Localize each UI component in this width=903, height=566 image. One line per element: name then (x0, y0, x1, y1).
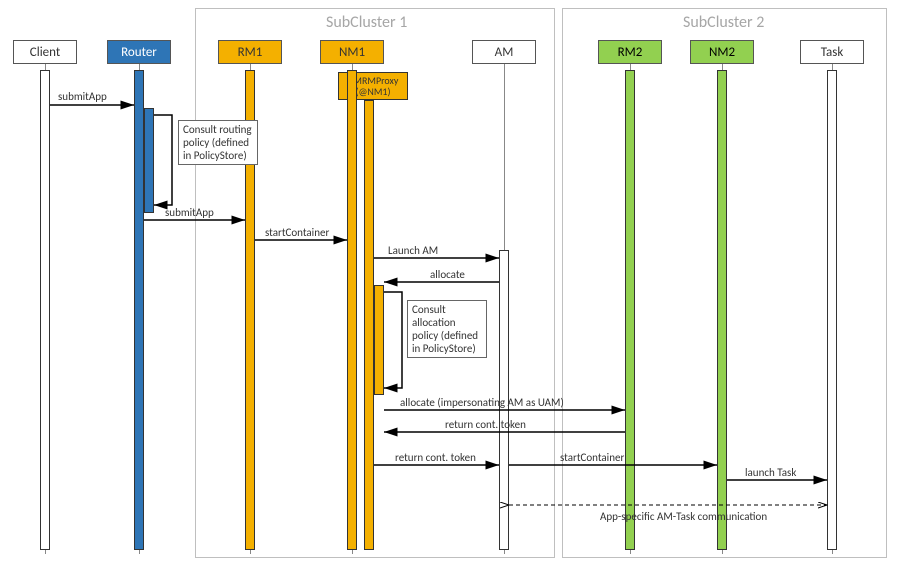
task-activation (827, 70, 837, 550)
msg-launch-task: launch Task (745, 466, 796, 479)
client-head: Client (13, 40, 77, 64)
msg-submitapp-2: submitApp (165, 206, 214, 219)
router-label: Router (121, 45, 157, 60)
msg-return-token-1: return cont. token (445, 418, 526, 431)
router-head: Router (107, 40, 171, 64)
nm2-activation (717, 70, 727, 550)
nm1-label: NM1 (339, 45, 365, 60)
rm1-head: RM1 (218, 40, 282, 64)
am-head: AM (472, 40, 536, 64)
msg-return-token-2: return cont. token (395, 451, 476, 464)
msg-startcont-2: startContainer (560, 451, 624, 464)
nm1-head: NM1 (320, 40, 384, 64)
subcluster-2-label: SubCluster 2 (683, 13, 764, 32)
nm1-activation (347, 70, 357, 550)
msg-allocate-uam: allocate (impersonating AM as UAM) (400, 396, 564, 409)
allocation-policy-note: Consult allocation policy (defined in Po… (407, 300, 487, 358)
rm1-label: RM1 (238, 45, 263, 60)
task-head: Task (800, 40, 864, 64)
msg-startcont-1: startContainer (265, 226, 329, 239)
rm2-label: RM2 (618, 45, 643, 60)
rm2-head: RM2 (598, 40, 662, 64)
rm2-activation (625, 70, 635, 550)
amrmproxy-sub-activation (374, 285, 384, 395)
router-sub-activation (144, 108, 154, 213)
subcluster-1-label: SubCluster 1 (326, 13, 407, 32)
router-activation (134, 70, 144, 550)
task-label: Task (821, 45, 844, 60)
nm2-label: NM2 (709, 45, 735, 60)
msg-allocate-1: allocate (430, 268, 465, 281)
am-label: AM (495, 45, 514, 60)
msg-submitapp-1: submitApp (58, 90, 107, 103)
client-label: Client (30, 45, 60, 60)
client-activation (40, 70, 50, 550)
msg-app-specific: App-specific AM-Task communication (600, 510, 767, 523)
amrmproxy-activation (364, 100, 374, 550)
msg-launch-am: Launch AM (388, 244, 438, 257)
nm2-head: NM2 (690, 40, 754, 64)
routing-policy-note: Consult routing policy (defined in Polic… (178, 120, 258, 165)
